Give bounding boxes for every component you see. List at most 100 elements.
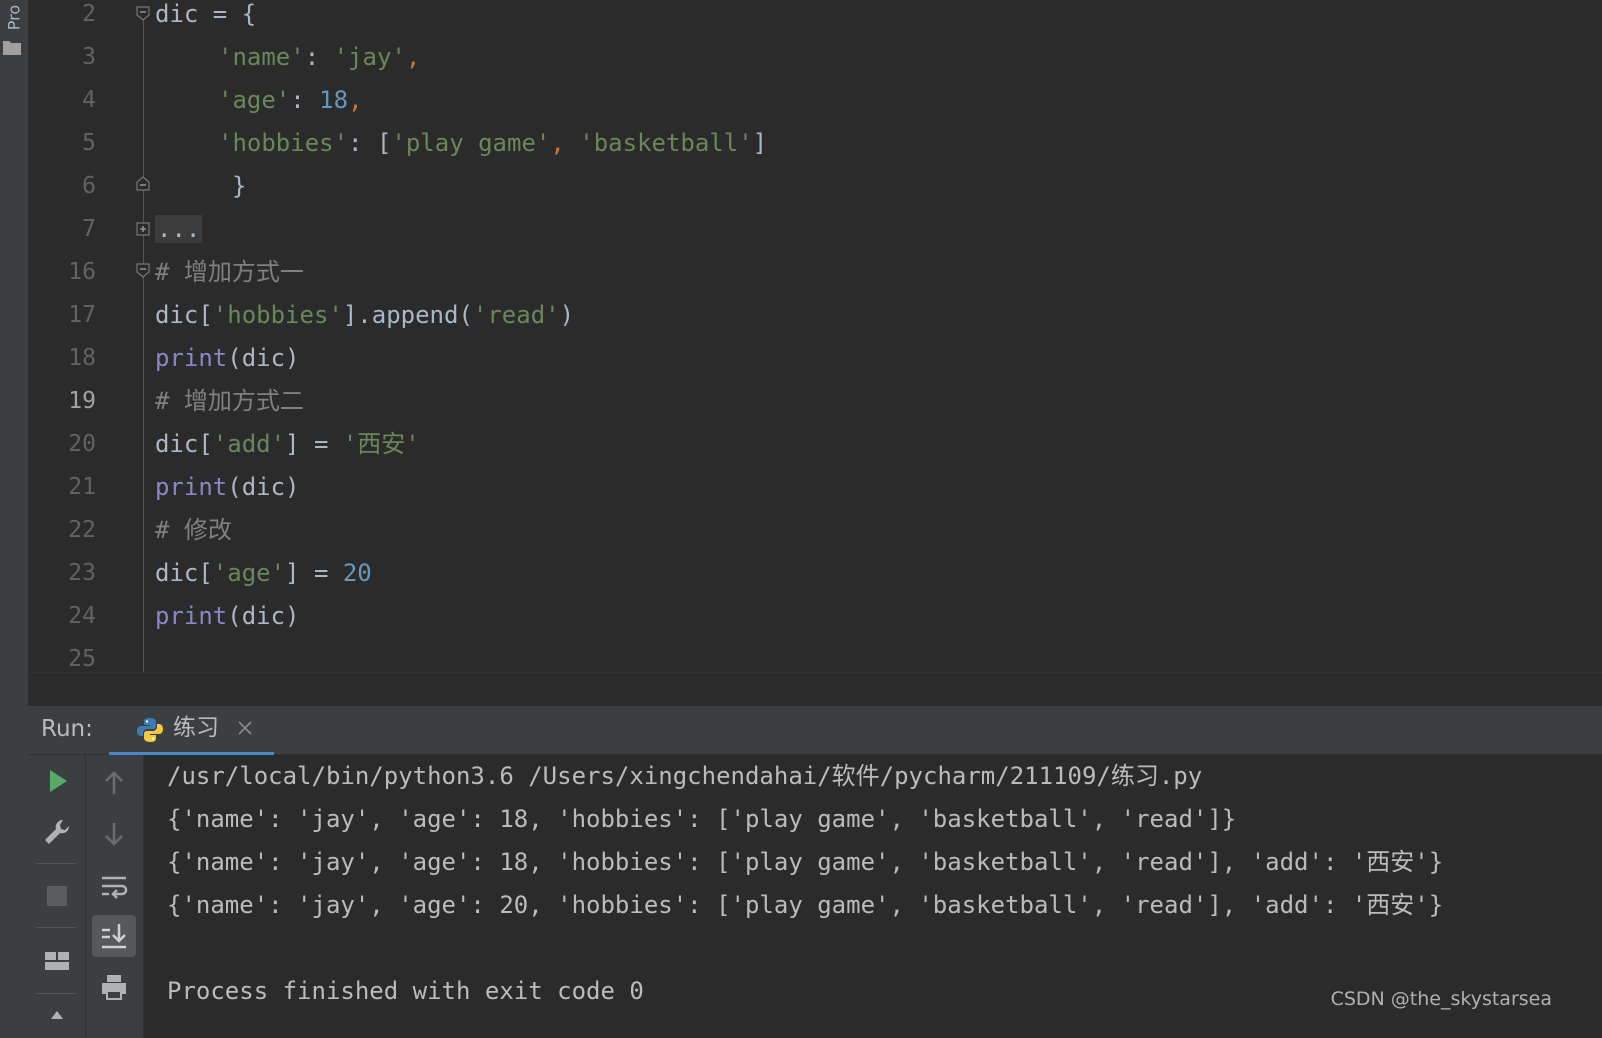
code-line[interactable]: dic = { [155, 0, 256, 36]
code-token: 'basketball' [579, 129, 753, 157]
code-token: print [155, 473, 228, 501]
fold-guide [143, 20, 144, 672]
toolbar-separator [36, 863, 76, 864]
code-line[interactable]: dic['add'] = '西安' [155, 422, 420, 466]
fold-expand-icon[interactable] [135, 221, 151, 237]
toolbar-separator [36, 927, 76, 928]
code-token: , [550, 129, 580, 157]
code-token: 20 [342, 559, 372, 587]
down-arrow-icon[interactable] [98, 818, 130, 850]
code-line[interactable]: } [232, 164, 246, 208]
line-number: 17 [68, 302, 96, 328]
console-line: /usr/local/bin/python3.6 /Users/xingchen… [167, 762, 1203, 790]
close-icon[interactable] [237, 720, 253, 736]
code-token: ] [752, 129, 768, 157]
code-line[interactable]: # 修改 [155, 508, 232, 552]
code-line[interactable]: print(dic) [155, 465, 300, 509]
code-line[interactable]: 'hobbies': ['play game', 'basketball'] [218, 121, 767, 165]
code-token: 'age' [212, 559, 286, 587]
console-line: Process finished with exit code 0 [167, 977, 644, 1005]
code-token: , [405, 43, 421, 71]
code-token: 'jay' [333, 43, 406, 71]
line-number: 25 [68, 646, 96, 672]
pin-icon[interactable] [41, 1005, 73, 1037]
folded-code-placeholder[interactable]: ... [155, 215, 203, 243]
scroll-to-end-toggle[interactable] [92, 915, 136, 957]
line-number: 18 [68, 345, 96, 371]
code-token: } [232, 172, 247, 200]
code-token: [ [376, 129, 392, 157]
code-token: 'hobbies' [218, 129, 349, 157]
code-line[interactable]: 'age': 18, [218, 78, 363, 122]
line-number: 21 [68, 474, 96, 500]
code-line[interactable]: 'name': 'jay', [218, 35, 420, 79]
run-label: Run: [41, 716, 93, 742]
line-number: 5 [82, 130, 96, 156]
console-line: {'name': 'jay', 'age': 20, 'hobbies': ['… [167, 891, 1444, 919]
line-number: 6 [82, 173, 96, 199]
code-token: : [348, 129, 377, 157]
code-token: ] = [285, 430, 343, 458]
print-icon[interactable] [98, 971, 130, 1003]
code-token: '西安' [342, 430, 420, 458]
stop-icon[interactable] [41, 880, 73, 912]
toolbar-separator [36, 993, 76, 994]
layout-icon[interactable] [41, 945, 73, 977]
panel-splitter[interactable] [28, 672, 1602, 707]
code-token: print [155, 344, 228, 372]
code-token: dic[ [155, 559, 213, 587]
code-token: 'read' [472, 301, 560, 329]
code-token: ].append( [342, 301, 473, 329]
code-comment: # 修改 [155, 516, 232, 544]
up-arrow-icon[interactable] [98, 767, 130, 799]
code-line[interactable]: dic['hobbies'].append('read') [155, 293, 574, 337]
code-token: ) [559, 301, 575, 329]
code-line[interactable]: ... [155, 207, 203, 251]
code-token: dic = { [155, 0, 257, 28]
code-token: 18 [319, 86, 349, 114]
line-number: 4 [82, 87, 96, 113]
fold-end-icon[interactable] [135, 176, 151, 192]
code-token: dic[ [155, 301, 213, 329]
code-line[interactable]: print(dic) [155, 336, 300, 380]
run-tab[interactable]: 练习 [109, 706, 274, 757]
code-token: (dic) [227, 602, 300, 630]
code-token: 'add' [212, 430, 286, 458]
code-token: dic[ [155, 430, 213, 458]
line-number: 22 [68, 517, 96, 543]
code-comment: # 增加方式一 [155, 258, 304, 286]
fold-collapse-icon[interactable] [135, 262, 151, 278]
code-token: 'hobbies' [212, 301, 343, 329]
run-tool-window-header: Run: 练习 [28, 706, 1602, 757]
run-toolbar-secondary [86, 755, 144, 1038]
code-token: : [304, 43, 334, 71]
folder-icon[interactable] [2, 38, 22, 56]
run-toolbar-primary [28, 755, 86, 1038]
code-token: ] = [285, 559, 343, 587]
rerun-play-icon[interactable] [41, 765, 73, 797]
python-icon [137, 718, 163, 742]
console-line: {'name': 'jay', 'age': 18, 'hobbies': ['… [167, 848, 1444, 876]
line-number-gutter: 2 3 4 5 6 7 16 17 18 19 20 21 22 23 24 2… [28, 0, 138, 672]
fold-collapse-icon[interactable] [135, 5, 151, 21]
code-line[interactable]: # 增加方式二 [155, 379, 304, 423]
code-token: 'play game' [391, 129, 551, 157]
line-number: 23 [68, 560, 96, 586]
left-tool-strip: Pro [0, 0, 29, 1038]
code-line[interactable]: print(dic) [155, 594, 300, 638]
line-number: 2 [82, 1, 96, 27]
code-token: 'name' [218, 43, 305, 71]
scroll-to-end-icon [102, 924, 126, 949]
wrench-icon[interactable] [41, 816, 73, 848]
project-tool-tab[interactable]: Pro [5, 0, 24, 38]
code-token: (dic) [227, 473, 300, 501]
code-comment: # 增加方式二 [155, 387, 304, 415]
code-token: (dic) [227, 344, 300, 372]
line-number: 7 [82, 216, 96, 242]
code-line[interactable]: # 增加方式一 [155, 250, 304, 294]
line-number: 3 [82, 44, 96, 70]
code-token: print [155, 602, 228, 630]
code-line[interactable]: dic['age'] = 20 [155, 551, 372, 595]
soft-wrap-icon[interactable] [98, 870, 130, 902]
line-number: 20 [68, 431, 96, 457]
